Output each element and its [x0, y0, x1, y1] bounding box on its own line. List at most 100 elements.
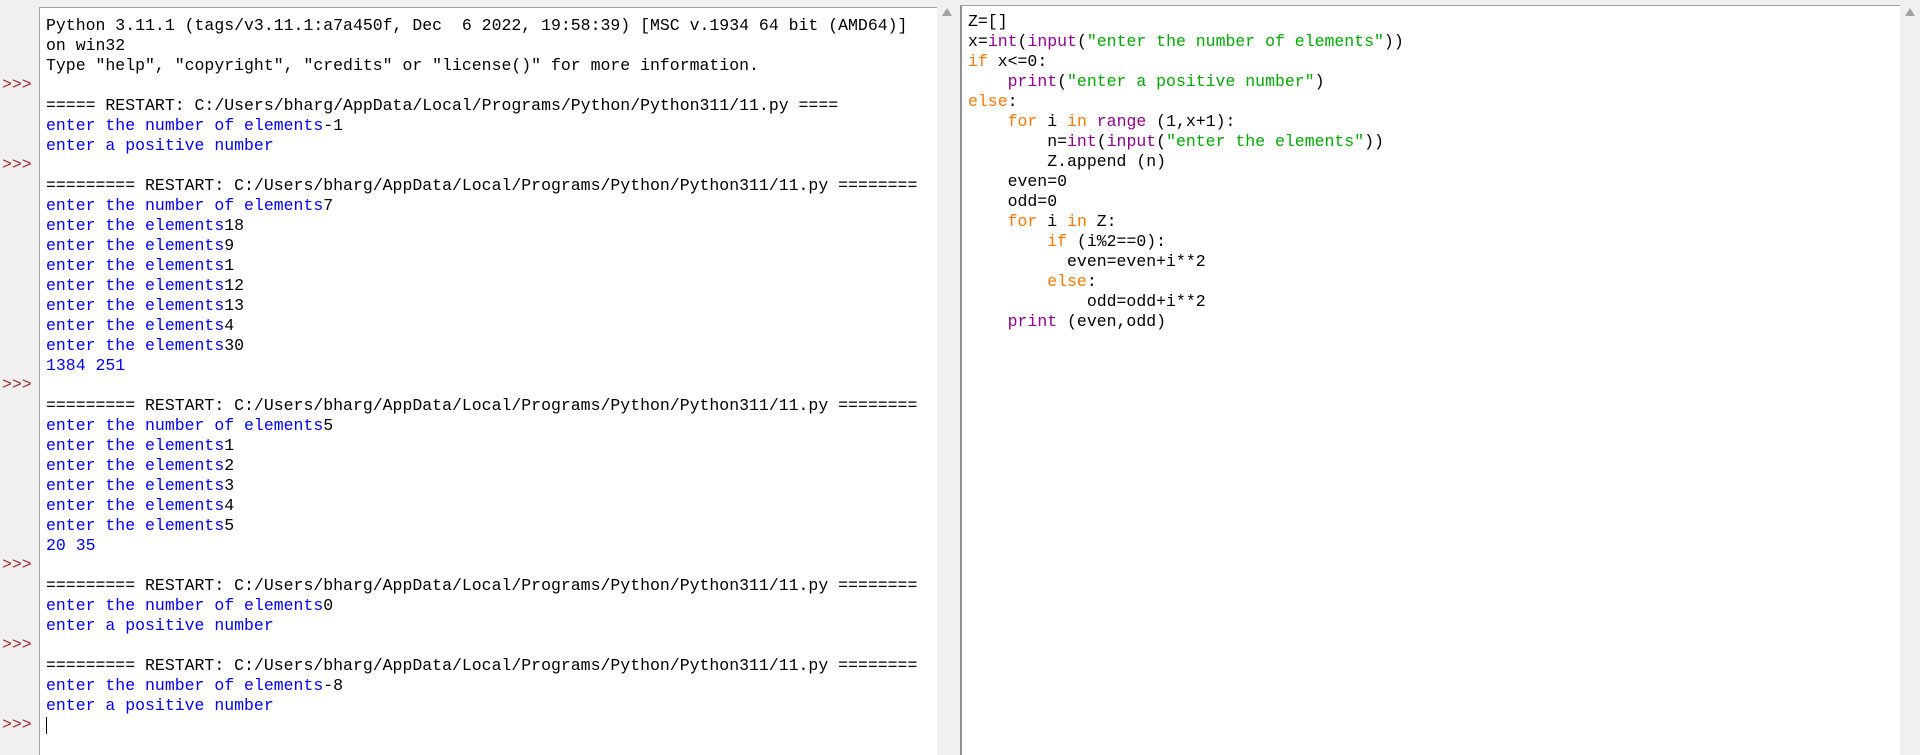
code-token-string: "enter the elements" — [1166, 132, 1365, 151]
code-line: even=0 — [968, 172, 1067, 192]
user-input-text: 9 — [224, 236, 235, 255]
shell-prompt: >>> — [2, 375, 32, 394]
code-token-builtin: input — [1106, 132, 1157, 151]
shell-line: enter a positive number — [46, 696, 274, 716]
user-input-text: 13 — [224, 296, 245, 315]
code-token-keyword: else — [968, 92, 1008, 111]
code-line: for i in Z: — [968, 212, 1117, 232]
code-token-string: "enter a positive number" — [1067, 72, 1315, 91]
user-input-text: -8 — [323, 676, 344, 695]
output-text: enter the number of elements — [46, 416, 324, 435]
shell-line: Python 3.11.1 (tags/v3.11.1:a7a450f, Dec… — [46, 16, 907, 36]
code-line: n=int(input("enter the elements")) — [968, 132, 1384, 152]
output-text: enter the elements — [46, 296, 225, 315]
code-token-keyword: in — [1067, 112, 1087, 131]
shell-line: enter the number of elements-8 — [46, 676, 343, 696]
shell-line: Type "help", "copyright", "credits" or "… — [46, 56, 759, 76]
user-input-text: 5 — [224, 516, 235, 535]
code-line: if x<=0: — [968, 52, 1047, 72]
code-token-text: x<=0: — [987, 52, 1048, 71]
user-input-text: 12 — [224, 276, 245, 295]
text-cursor — [46, 717, 47, 735]
shell-line: enter a positive number — [46, 616, 274, 636]
output-text: enter the elements — [46, 476, 225, 495]
scroll-up-arrow-icon[interactable] — [942, 8, 952, 16]
code-token-text: : — [1086, 272, 1097, 291]
shell-line: enter the elements9 — [46, 236, 234, 256]
code-token-builtin: int — [1067, 132, 1097, 151]
shell-line: ===== RESTART: C:/Users/bharg/AppData/Lo… — [46, 96, 838, 116]
shell-line: enter the number of elements7 — [46, 196, 333, 216]
output-text: enter the elements — [46, 456, 225, 475]
output-text: enter the elements — [46, 516, 225, 535]
output-text: enter the elements — [46, 236, 225, 255]
code-line: else: — [968, 92, 1018, 112]
code-token-text: )) — [1383, 32, 1404, 51]
shell-line: enter the elements18 — [46, 216, 244, 236]
code-token-keyword: for — [1007, 112, 1038, 131]
shell-prompt: >>> — [2, 555, 32, 574]
code-token-keyword: else — [1047, 272, 1087, 291]
code-token-keyword: for — [1007, 212, 1038, 231]
code-token-text: : — [1007, 92, 1018, 111]
shell-line: ========= RESTART: C:/Users/bharg/AppDat… — [46, 576, 917, 596]
shell-line: enter the elements5 — [46, 516, 234, 536]
shell-scrollbar[interactable] — [937, 0, 957, 754]
shell-prompt: >>> — [2, 155, 32, 174]
output-text: enter a positive number — [46, 696, 274, 715]
code-token-text: ( — [1076, 32, 1087, 51]
code-token-text: even=0 — [968, 172, 1068, 191]
code-token-text: even=even+i**2 — [968, 252, 1206, 271]
code-token-text: (even,odd) — [1057, 312, 1167, 331]
output-text: enter the elements — [46, 276, 225, 295]
shell-line: enter the elements13 — [46, 296, 244, 316]
shell-line: enter the elements4 — [46, 316, 234, 336]
output-text: enter the elements — [46, 256, 225, 275]
code-token-text: n= — [968, 132, 1068, 151]
code-token-text: Z=[] — [968, 12, 1008, 31]
code-token-keyword: if — [1047, 232, 1068, 251]
output-text: Python 3.11.1 (tags/v3.11.1:a7a450f, Dec… — [46, 16, 908, 35]
shell-line: enter the elements1 — [46, 256, 234, 276]
scroll-up-arrow-icon[interactable] — [1905, 8, 1915, 16]
code-token-string: "enter the number of elements" — [1086, 32, 1384, 51]
code-token-builtin: int — [987, 32, 1018, 51]
editor-text-area[interactable]: Z=[] x=int(input("enter the number of ele… — [960, 5, 1900, 755]
code-line: x=int(input("enter the number of element… — [968, 32, 1404, 52]
shell-output-area[interactable]: Python 3.11.1 (tags/v3.11.1:a7a450f, Dec… — [39, 7, 937, 755]
shell-line: enter the number of elements-1 — [46, 116, 343, 136]
user-input-text: 30 — [224, 336, 245, 355]
output-text: ========= RESTART: C:/Users/bharg/AppDat… — [46, 656, 918, 675]
shell-line — [46, 716, 47, 736]
code-token-builtin: range — [1096, 112, 1147, 131]
code-line: else: — [968, 272, 1097, 292]
code-token-builtin: print — [1007, 72, 1058, 91]
shell-line: 20 35 — [46, 536, 96, 556]
shell-line: enter the elements3 — [46, 476, 234, 496]
user-input-text: -1 — [323, 116, 344, 135]
shell-prompt: >>> — [2, 715, 32, 734]
user-input-text: 3 — [224, 476, 235, 495]
code-token-keyword: in — [1067, 212, 1087, 231]
code-token-text: )) — [1364, 132, 1384, 151]
code-token-text: odd=odd+i**2 — [968, 292, 1206, 311]
shell-prompt: >>> — [2, 75, 32, 94]
code-token-text: ( — [1017, 32, 1028, 51]
editor-scrollbar[interactable] — [1900, 0, 1920, 754]
code-token-text: ) — [1314, 72, 1325, 91]
output-text: Type "help", "copyright", "credits" or "… — [46, 56, 759, 75]
output-text: enter the elements — [46, 436, 225, 455]
output-text: ===== RESTART: C:/Users/bharg/AppData/Lo… — [46, 96, 839, 115]
shell-line: on win32 — [46, 36, 125, 56]
output-text: ========= RESTART: C:/Users/bharg/AppDat… — [46, 576, 918, 595]
output-text: enter the elements — [46, 496, 225, 515]
code-line: Z.append (n) — [968, 152, 1166, 172]
shell-line: ========= RESTART: C:/Users/bharg/AppDat… — [46, 396, 917, 416]
code-line: even=even+i**2 — [968, 252, 1206, 272]
user-input-text: 18 — [224, 216, 245, 235]
